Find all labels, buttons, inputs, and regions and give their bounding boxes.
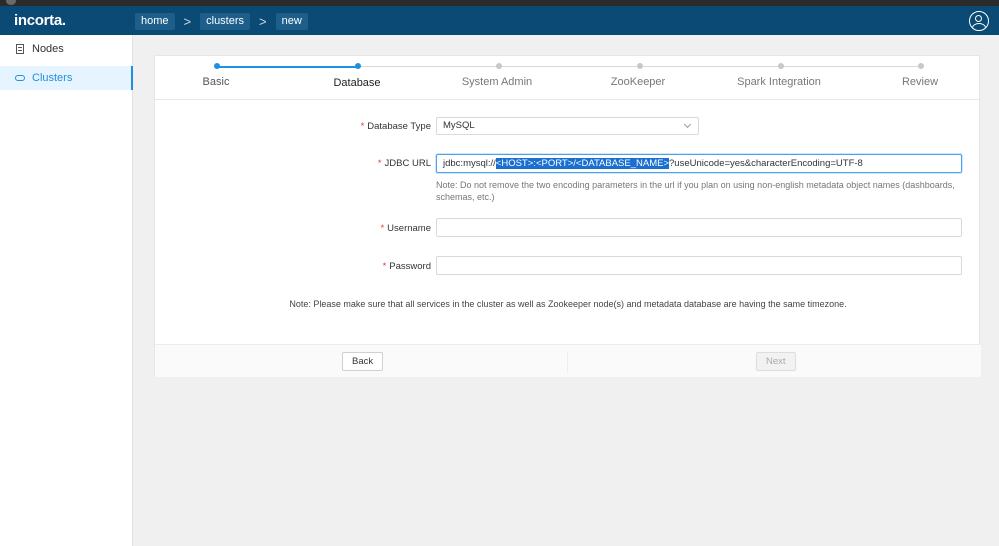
password-input[interactable] [436,256,962,275]
user-avatar-icon[interactable] [969,11,989,31]
jdbc-url-label: * JDBC URL [377,158,431,169]
wizard-steps: Basic Database System Admin ZooKeeper Sp… [155,56,981,100]
chevron-down-icon [683,120,692,129]
chevron-right-icon: > [259,13,267,29]
breadcrumb-clusters[interactable]: clusters [200,12,251,30]
wizard-footer: Back Next [155,344,981,377]
jdbc-url-input[interactable]: jdbc:mysql://<HOST>:<PORT>/<DATABASE_NAM… [436,154,962,173]
sidebar-item-label: Nodes [32,43,64,55]
step-basic[interactable]: Basic [203,76,230,88]
sidebar-item-nodes[interactable]: Nodes [0,37,133,61]
chevron-right-icon: > [183,13,192,29]
step-dot-review [918,63,924,69]
step-database[interactable]: Database [333,77,380,89]
step-zookeeper[interactable]: ZooKeeper [611,76,665,88]
window-control-icon[interactable] [6,0,16,5]
step-progress-line [217,65,358,68]
step-system-admin[interactable]: System Admin [462,76,532,88]
cloud-icon [14,75,26,81]
sidebar: Nodes Clusters [0,35,133,546]
step-dot-zookeeper [637,63,643,69]
step-spark-integration[interactable]: Spark Integration [737,76,821,88]
database-type-value: MySQL [443,120,475,131]
next-button[interactable]: Next [756,352,796,371]
footer-divider [567,351,568,373]
nodes-icon [14,44,26,54]
cluster-wizard-card: Basic Database System Admin ZooKeeper Sp… [154,55,981,377]
jdbc-url-note: Note: Do not remove the two encoding par… [436,180,955,202]
password-label: * Password [382,261,431,272]
step-dot-system-admin [496,63,502,69]
step-review[interactable]: Review [902,76,938,88]
step-dot-basic [214,63,220,69]
username-label: * Username [380,223,431,234]
back-button[interactable]: Back [342,352,384,371]
username-input[interactable] [436,218,962,237]
database-type-select[interactable]: MySQL [436,117,699,135]
sidebar-item-clusters[interactable]: Clusters [0,66,133,90]
breadcrumb: home > clusters > new [135,12,308,30]
incorta-logo[interactable]: incorta. [14,12,66,29]
database-type-label: * Database Type [360,121,431,132]
sidebar-item-label: Clusters [32,72,73,84]
timezone-note: Note: Please make sure that all services… [289,299,847,309]
step-dot-spark [778,63,784,69]
step-dot-database [355,63,361,69]
app-header: incorta. home > clusters > new [0,6,999,35]
breadcrumb-home[interactable]: home [135,12,175,30]
breadcrumb-new[interactable]: new [275,12,308,30]
